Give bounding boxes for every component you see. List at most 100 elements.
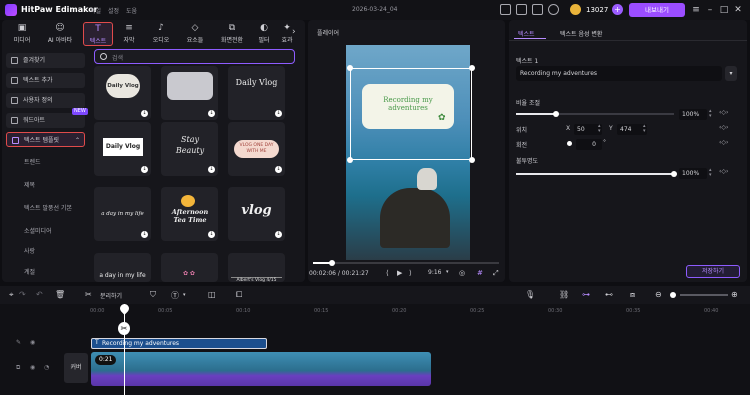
template-tile[interactable]: ✿ ✿ [161, 253, 218, 282]
scale-slider-knob[interactable] [552, 111, 559, 117]
zoom-slider[interactable] [680, 294, 728, 296]
video-clip[interactable] [91, 352, 431, 386]
visibility-icon[interactable]: ◉ [30, 364, 35, 371]
text-dropdown-button[interactable]: ▾ [725, 66, 737, 81]
tab-filter[interactable]: ◐ 필터 [252, 22, 276, 46]
stepper-icon[interactable]: ▴ ▾ [709, 168, 712, 178]
undo-icon[interactable]: ↶ [36, 290, 43, 299]
download-icon[interactable]: ↓ [141, 110, 148, 117]
select-tool-icon[interactable]: ⌖ [9, 290, 14, 300]
template-tile[interactable]: Daily Vlog ↓ [228, 66, 285, 120]
prev-frame-icon[interactable]: ⟨ [386, 269, 389, 277]
opacity-slider-knob[interactable] [671, 171, 677, 177]
tab-text[interactable]: T 텍스트 [83, 22, 113, 46]
lock-icon[interactable]: ⧉ [16, 364, 20, 372]
zoom-in-icon[interactable]: ⊕ [731, 290, 738, 299]
menu-settings[interactable]: 설정 [108, 6, 119, 15]
download-icon[interactable]: ↓ [141, 166, 148, 173]
template-tile[interactable]: VLOG ONE DAY WITH ME ↓ [228, 122, 285, 176]
shield-icon[interactable]: ⛉ [150, 290, 156, 300]
template-tile[interactable]: Daily Vlog ↓ [94, 122, 151, 176]
chevron-right-icon[interactable]: › [292, 27, 296, 37]
fit-icon[interactable]: ⧈ [630, 290, 635, 300]
crop-icon[interactable]: ⧠ [236, 290, 242, 300]
search-input[interactable]: 검색 [94, 49, 295, 64]
template-tile[interactable]: Stay Beauty ↓ [161, 122, 218, 176]
nav-add-text[interactable]: 텍스트 추가 [6, 73, 85, 88]
message-icon[interactable] [516, 4, 527, 15]
scale-slider[interactable] [516, 113, 674, 115]
maximize-icon[interactable]: □ [717, 3, 731, 17]
close-icon[interactable]: ✕ [731, 3, 745, 17]
menu-help[interactable]: 도움 [126, 6, 137, 15]
microphone-icon[interactable]: 🎙 [525, 290, 535, 299]
delete-icon[interactable]: 🗑 [55, 290, 65, 299]
tab-subtitle[interactable]: ≡ 자막 [115, 22, 143, 46]
stepper-icon[interactable]: ▴ ▾ [709, 109, 712, 119]
template-tile[interactable]: a day in my life [94, 253, 151, 282]
template-tile[interactable]: ↓ [161, 66, 218, 120]
tab-elements[interactable]: ◇ 요소들 [177, 22, 213, 46]
tab-transition[interactable]: ⧉ 화면전환 [212, 22, 252, 46]
volume-icon[interactable]: ◔ [44, 364, 49, 371]
keyframe-icon[interactable]: ◫ [208, 290, 216, 299]
rotation-dial-icon[interactable] [567, 141, 572, 146]
reset-icon[interactable]: ‹◇› [719, 109, 728, 116]
resize-handle[interactable] [469, 65, 475, 71]
link-icon[interactable]: ⛓ [559, 290, 569, 299]
reset-icon[interactable]: ‹◇› [719, 124, 728, 131]
rotation-input[interactable]: 0 [576, 139, 602, 150]
save-button[interactable]: 저장하기 [686, 265, 740, 278]
detach-icon[interactable]: ⊷ [605, 290, 613, 299]
menu-file[interactable]: 파일 [90, 6, 101, 15]
tab-text-properties[interactable]: 텍스트 [518, 29, 535, 38]
menu-icon[interactable]: ≡ [689, 3, 703, 17]
opacity-value[interactable]: 100% [679, 168, 707, 179]
cover-button[interactable]: 커버 [64, 353, 88, 383]
progress-knob[interactable] [328, 260, 335, 266]
nav-custom[interactable]: 사용자 정의 [6, 93, 85, 108]
download-icon[interactable]: ↓ [275, 231, 282, 238]
zoom-out-icon[interactable]: ⊖ [655, 290, 662, 299]
subnav-trend[interactable]: 트렌드 [24, 157, 41, 166]
redo-icon[interactable]: ↷ [19, 290, 26, 299]
visibility-icon[interactable]: ◉ [30, 339, 35, 346]
resize-handle[interactable] [347, 157, 353, 163]
export-button[interactable]: 내보내기 [629, 3, 685, 17]
screen-icon[interactable] [500, 4, 511, 15]
tab-media[interactable]: ▣ 미디어 [4, 22, 40, 46]
template-tile[interactable]: Daily Vlog ↓ [94, 66, 151, 120]
download-icon[interactable]: ↓ [275, 166, 282, 173]
stepper-icon[interactable]: ▴ ▾ [643, 124, 646, 134]
time-ruler[interactable]: 00:00 00:05 00:10 00:15 00:20 00:25 00:3… [90, 306, 750, 314]
nav-wordart[interactable]: 워드아트 [6, 113, 85, 128]
selection-box[interactable] [350, 68, 472, 160]
download-icon[interactable]: ↓ [208, 110, 215, 117]
split-button[interactable]: 분리하기 [100, 291, 122, 300]
chevron-down-icon[interactable]: ▾ [183, 292, 186, 298]
fullscreen-icon[interactable]: ⤢ [493, 269, 499, 278]
download-icon[interactable]: ↓ [208, 166, 215, 173]
download-icon[interactable]: ↓ [208, 231, 215, 238]
play-icon[interactable]: ▶ [397, 269, 402, 277]
subnav-season[interactable]: 계절 [24, 267, 35, 276]
user-avatar-icon[interactable] [548, 4, 559, 15]
playback-progress[interactable] [313, 262, 499, 264]
text-clip[interactable]: Recording my adventures [91, 338, 267, 349]
template-tile[interactable]: Afternoon Tea Time ↓ [161, 187, 218, 241]
camera-icon[interactable]: ◎ [459, 269, 465, 277]
magnet-icon[interactable]: ⊶ [582, 290, 590, 299]
split-icon[interactable]: ✂ [85, 290, 92, 299]
edit-icon[interactable]: ✎ [16, 339, 21, 346]
nav-favorites[interactable]: 즐겨찾기 [6, 53, 85, 68]
grid-icon[interactable]: # [477, 269, 483, 277]
store-icon[interactable] [532, 4, 543, 15]
template-tile[interactable]: vlog ↓ [228, 187, 285, 241]
chevron-down-icon[interactable]: ▾ [446, 269, 449, 275]
playhead[interactable] [124, 304, 125, 395]
download-icon[interactable]: ↓ [275, 110, 282, 117]
resize-handle[interactable] [347, 65, 353, 71]
tab-text-to-speech[interactable]: 텍스트 음성 변환 [560, 29, 602, 38]
subnav-love[interactable]: 사랑 [24, 246, 35, 255]
opacity-slider[interactable] [516, 173, 674, 175]
